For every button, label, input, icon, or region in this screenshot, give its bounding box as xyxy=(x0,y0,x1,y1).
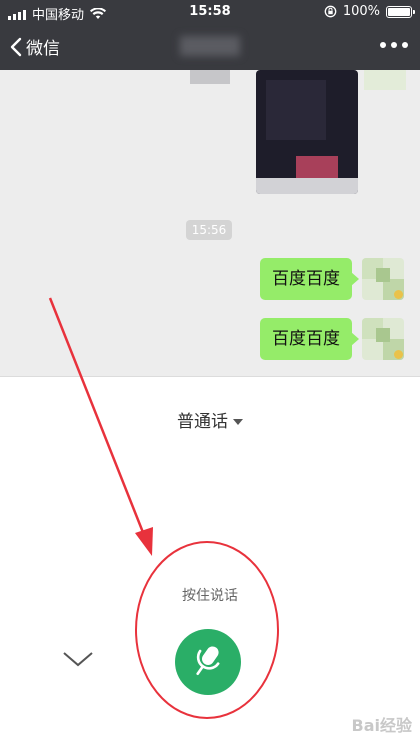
more-button[interactable] xyxy=(380,42,408,48)
language-selector[interactable]: 普通话 xyxy=(0,407,420,432)
language-label: 普通话 xyxy=(177,412,228,432)
watermark-logo: Bai经验 xyxy=(351,716,412,735)
orientation-lock-icon xyxy=(324,5,337,18)
battery-icon xyxy=(386,5,415,18)
chat-timestamp: 15:56 xyxy=(186,220,232,240)
hold-to-talk-button[interactable] xyxy=(175,629,241,695)
more-dot-icon xyxy=(402,42,408,48)
chat-area[interactable]: 15:56 百度百度 百度百度 xyxy=(0,70,420,376)
status-bar: 中国移动 15:58 100% xyxy=(0,0,420,24)
microphone-icon xyxy=(196,646,220,676)
blurred-chat-title xyxy=(180,36,240,56)
status-right: 100% xyxy=(324,4,415,19)
battery-percent: 100% xyxy=(342,4,380,19)
more-dot-icon xyxy=(391,42,397,48)
message-bubble[interactable]: 百度百度 xyxy=(260,258,359,300)
avatar[interactable] xyxy=(364,70,406,90)
avatar[interactable] xyxy=(362,258,404,300)
chevron-down-icon xyxy=(63,652,93,667)
collapse-button[interactable] xyxy=(58,647,98,671)
hold-to-talk-hint: 按住说话 xyxy=(182,588,238,604)
voice-input-panel: 普通话 按住说话 xyxy=(0,376,420,744)
pixelated-fragment xyxy=(190,70,230,84)
chevron-left-icon xyxy=(10,37,22,56)
more-dot-icon xyxy=(380,42,386,48)
nav-bar: 微信 xyxy=(0,24,420,70)
caret-down-icon xyxy=(233,419,243,425)
message-bubble[interactable]: 百度百度 xyxy=(260,318,359,360)
image-message[interactable] xyxy=(256,70,358,194)
back-button[interactable]: 微信 xyxy=(10,34,60,59)
back-label: 微信 xyxy=(26,39,60,59)
avatar[interactable] xyxy=(362,318,404,360)
